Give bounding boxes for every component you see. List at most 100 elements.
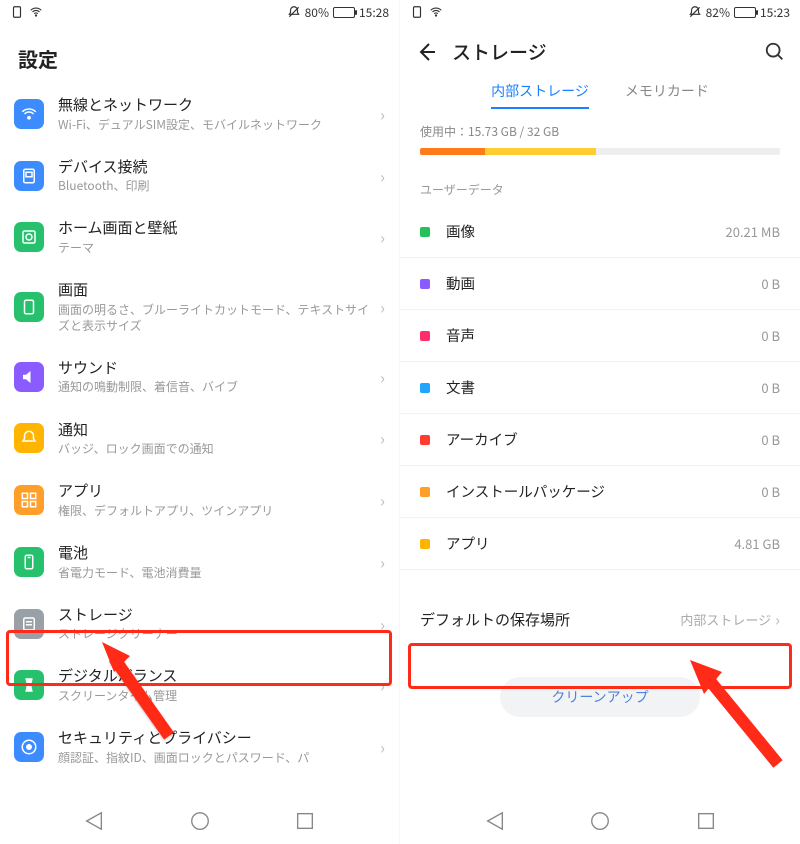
settings-item-7[interactable]: 電池省電力モード、電池消費量 › [14, 531, 385, 593]
data-row-3[interactable]: 文書0 B [400, 362, 800, 414]
chevron-right-icon: › [380, 426, 385, 450]
nav-recent[interactable] [294, 810, 316, 832]
battery-icon [14, 547, 44, 577]
data-row-1[interactable]: 動画0 B [400, 258, 800, 310]
settings-item-10[interactable]: セキュリティとプライバシー顔認証、指紋ID、画面ロックとパスワード、パ› [14, 716, 385, 778]
settings-item-title: アプリ [58, 481, 374, 501]
default-save-location[interactable]: デフォルトの保存場所 内部ストレージ › [420, 592, 780, 645]
nav-bar [0, 798, 399, 844]
chevron-right-icon: › [380, 295, 385, 319]
settings-item-5[interactable]: 通知バッジ、ロック画面での通知› [14, 408, 385, 470]
tab-internal[interactable]: 内部ストレージ [491, 81, 589, 109]
usage-summary: 使用中：15.73 GB / 32 GB [400, 119, 800, 165]
settings-item-subtitle: 省電力モード、電池消費量 [58, 565, 374, 581]
bell-icon [14, 423, 44, 453]
data-row-value: 0 B [761, 326, 780, 345]
chevron-right-icon: › [380, 550, 385, 574]
color-dot [420, 435, 430, 445]
nav-back[interactable] [83, 810, 105, 832]
sound-icon [14, 362, 44, 392]
settings-item-title: デジタルバランス [58, 666, 374, 686]
default-location-value: 内部ストレージ [680, 610, 771, 629]
settings-item-0[interactable]: 無線とネットワーク Wi-Fi、デュアルSIM設定、モバイルネットワーク › [14, 83, 385, 145]
settings-item-6[interactable]: アプリ権限、デフォルトアプリ、ツインアプリ › [14, 469, 385, 531]
page-title: 設定 [0, 24, 399, 83]
data-row-6[interactable]: アプリ4.81 GB [400, 518, 800, 570]
status-time: 15:23 [760, 4, 790, 21]
settings-item-title: デバイス接続 [58, 157, 374, 177]
data-row-label: 動画 [446, 273, 761, 294]
usage-segment [485, 148, 597, 155]
nav-home[interactable] [189, 810, 211, 832]
chevron-right-icon: › [380, 673, 385, 697]
device-icon [14, 161, 44, 191]
mute-icon [287, 5, 301, 19]
settings-item-title: ストレージ [58, 605, 374, 625]
data-row-value: 4.81 GB [734, 534, 780, 553]
data-row-value: 20.21 MB [726, 222, 780, 241]
settings-item-3[interactable]: 画面画面の明るさ、ブルーライトカットモード、テキストサイズと表示サイズ› [14, 268, 385, 346]
battery-icon [734, 7, 756, 18]
settings-item-subtitle: 顔認証、指紋ID、画面ロックとパスワード、パ [58, 750, 374, 766]
settings-item-2[interactable]: ホーム画面と壁紙テーマ› [14, 206, 385, 268]
settings-item-subtitle: Wi-Fi、デュアルSIM設定、モバイルネットワーク [58, 117, 374, 133]
settings-item-9[interactable]: デジタルバランススクリーンタイム管理 › [14, 654, 385, 716]
settings-item-title: 電池 [58, 543, 374, 563]
data-row-2[interactable]: 音声0 B [400, 310, 800, 362]
cleanup-button[interactable]: クリーンアップ [500, 677, 700, 717]
hourglass-icon [14, 670, 44, 700]
back-button[interactable] [414, 40, 438, 64]
data-row-value: 0 B [761, 482, 780, 501]
status-time: 15:28 [359, 4, 389, 21]
data-row-label: 文書 [446, 377, 761, 398]
chevron-right-icon: › [380, 365, 385, 389]
tab-memcard[interactable]: メモリカード [625, 81, 709, 109]
settings-item-title: サウンド [58, 358, 374, 378]
nav-home[interactable] [589, 810, 611, 832]
color-dot [420, 487, 430, 497]
home-wallpaper-icon [14, 222, 44, 252]
data-row-label: 画像 [446, 221, 726, 242]
security-icon [14, 732, 44, 762]
usage-total: 32 GB [527, 123, 559, 140]
settings-item-8[interactable]: ストレージストレージクリーナー› [14, 593, 385, 655]
chevron-right-icon: › [380, 102, 385, 126]
wifi-icon [29, 5, 43, 19]
annotation-arrow [678, 652, 788, 772]
settings-item-title: 無線とネットワーク [58, 95, 374, 115]
status-bar: 80% 15:28 [0, 0, 399, 24]
nav-recent[interactable] [695, 810, 717, 832]
settings-item-subtitle: スクリーンタイム管理 [58, 688, 374, 704]
battery-pct: 80% [305, 4, 329, 21]
nav-back[interactable] [484, 810, 506, 832]
settings-item-subtitle: バッジ、ロック画面での通知 [58, 441, 374, 457]
data-categories-list: 画像20.21 MB動画0 B音声0 B文書0 Bアーカイブ0 Bインストールパ… [400, 206, 800, 570]
chevron-right-icon: › [380, 612, 385, 636]
settings-pane: 80% 15:28 設定 無線とネットワーク Wi-Fi、デュアルSIM設定、モバ… [0, 0, 400, 844]
wifi-icon [429, 5, 443, 19]
data-row-4[interactable]: アーカイブ0 B [400, 414, 800, 466]
page-title: ストレージ [452, 38, 750, 65]
settings-item-subtitle: 権限、デフォルトアプリ、ツインアプリ [58, 503, 374, 519]
usage-sep: / [517, 123, 527, 140]
chevron-right-icon: › [380, 488, 385, 512]
mute-icon [688, 5, 702, 19]
nav-bar [400, 798, 800, 844]
settings-item-1[interactable]: デバイス接続Bluetooth、印刷› [14, 145, 385, 207]
settings-list: 無線とネットワーク Wi-Fi、デュアルSIM設定、モバイルネットワーク › デバイス… [0, 83, 399, 778]
settings-item-title: セキュリティとプライバシー [58, 728, 374, 748]
settings-item-subtitle: テーマ [58, 240, 374, 256]
chevron-right-icon: › [775, 607, 780, 631]
usage-used: 15.73 GB [468, 123, 517, 140]
data-row-0[interactable]: 画像20.21 MB [400, 206, 800, 258]
data-row-label: 音声 [446, 325, 761, 346]
wifi-icon [14, 99, 44, 129]
data-row-5[interactable]: インストールパッケージ0 B [400, 466, 800, 518]
color-dot [420, 539, 430, 549]
sim-icon [10, 5, 24, 19]
apps-icon [14, 485, 44, 515]
settings-item-4[interactable]: サウンド通知の鳴動制限、着信音、バイブ› [14, 346, 385, 408]
search-icon[interactable] [764, 41, 786, 63]
usage-prefix: 使用中： [420, 123, 468, 140]
data-row-label: アプリ [446, 533, 734, 554]
